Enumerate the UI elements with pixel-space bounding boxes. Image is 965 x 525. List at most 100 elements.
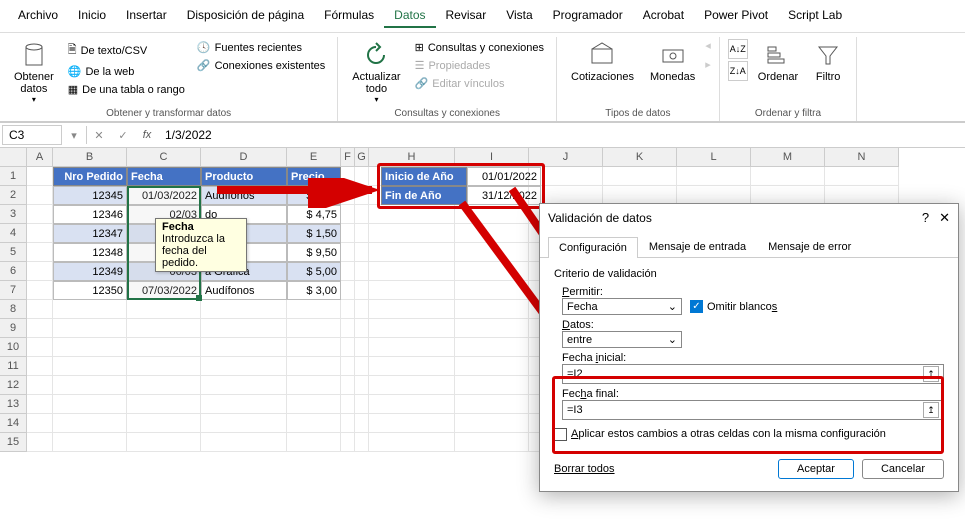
table-header[interactable]: Fin de Año	[381, 186, 467, 205]
row-header[interactable]: 15	[0, 433, 26, 452]
cell[interactable]	[341, 319, 355, 338]
cell[interactable]	[341, 281, 355, 300]
cell[interactable]	[27, 243, 53, 262]
cell[interactable]	[127, 433, 201, 452]
help-button[interactable]: ?	[922, 210, 929, 226]
cell[interactable]	[455, 281, 529, 300]
cell[interactable]	[53, 433, 127, 452]
cell[interactable]	[341, 338, 355, 357]
table-cell[interactable]: 01/03/2022	[127, 186, 201, 205]
cell[interactable]	[341, 205, 355, 224]
cell[interactable]	[53, 338, 127, 357]
cell[interactable]	[677, 167, 751, 186]
col-header-m[interactable]: M	[751, 148, 825, 167]
get-data-button[interactable]: Obtener datos ▾	[8, 39, 60, 106]
col-header-h[interactable]: H	[369, 148, 455, 167]
cell[interactable]	[341, 186, 355, 205]
cell[interactable]	[341, 262, 355, 281]
cell[interactable]	[287, 414, 341, 433]
cell[interactable]	[341, 224, 355, 243]
cell[interactable]	[355, 433, 369, 452]
table-cell[interactable]: 01/01/2022	[467, 167, 541, 186]
col-header-i[interactable]: I	[455, 148, 529, 167]
row-header[interactable]: 5	[0, 243, 26, 262]
edit-links-button[interactable]: 🔗Editar vínculos	[411, 75, 548, 92]
cell[interactable]	[127, 414, 201, 433]
cell[interactable]	[369, 433, 455, 452]
aceptar-button[interactable]: Aceptar	[778, 459, 854, 479]
cell[interactable]	[355, 357, 369, 376]
cell[interactable]	[355, 243, 369, 262]
cell[interactable]	[127, 357, 201, 376]
col-header-b[interactable]: B	[53, 148, 127, 167]
cancelar-button[interactable]: Cancelar	[862, 459, 944, 479]
row-header[interactable]: 6	[0, 262, 26, 281]
col-header-n[interactable]: N	[825, 148, 899, 167]
cell[interactable]	[355, 338, 369, 357]
col-header-e[interactable]: E	[287, 148, 341, 167]
cell[interactable]	[369, 281, 455, 300]
cell[interactable]	[455, 262, 529, 281]
cell[interactable]	[27, 262, 53, 281]
cell[interactable]	[53, 357, 127, 376]
permitir-select[interactable]: Fecha⌄	[562, 298, 682, 315]
menu-vista[interactable]: Vista	[496, 4, 542, 28]
cell[interactable]	[341, 243, 355, 262]
table-cell[interactable]: 12350	[53, 281, 127, 300]
cell[interactable]	[355, 376, 369, 395]
cell[interactable]	[369, 300, 455, 319]
row-header[interactable]: 4	[0, 224, 26, 243]
cell[interactable]	[355, 262, 369, 281]
table-cell[interactable]: 12347	[53, 224, 127, 243]
datos-select[interactable]: entre⌄	[562, 331, 682, 348]
row-header[interactable]: 9	[0, 319, 26, 338]
cell[interactable]	[287, 376, 341, 395]
cell[interactable]	[127, 338, 201, 357]
menu-disposicion[interactable]: Disposición de página	[177, 4, 314, 28]
cell[interactable]	[355, 319, 369, 338]
cancel-icon[interactable]: ✕	[87, 129, 111, 142]
cell[interactable]	[27, 357, 53, 376]
menu-inicio[interactable]: Inicio	[68, 4, 116, 28]
col-header-c[interactable]: C	[127, 148, 201, 167]
row-header[interactable]: 8	[0, 300, 26, 319]
cell[interactable]	[341, 300, 355, 319]
menu-datos[interactable]: Datos	[384, 4, 435, 28]
cell[interactable]	[455, 357, 529, 376]
table-cell[interactable]: $ 1,50	[287, 224, 341, 243]
cell[interactable]	[27, 414, 53, 433]
table-cell[interactable]: 12348	[53, 243, 127, 262]
cell[interactable]	[27, 281, 53, 300]
cell[interactable]	[287, 357, 341, 376]
recent-sources-button[interactable]: 🕓Fuentes recientes	[193, 39, 329, 56]
col-header-j[interactable]: J	[529, 148, 603, 167]
cell[interactable]	[341, 167, 355, 186]
row-header[interactable]: 14	[0, 414, 26, 433]
cell[interactable]	[201, 433, 287, 452]
cell[interactable]	[455, 433, 529, 452]
cell[interactable]	[27, 376, 53, 395]
cell[interactable]	[751, 167, 825, 186]
dropdown-icon[interactable]: ▾	[62, 129, 86, 142]
cell[interactable]	[355, 205, 369, 224]
table-cell[interactable]: $ 9,50	[287, 243, 341, 262]
cell[interactable]	[355, 414, 369, 433]
cell[interactable]	[455, 224, 529, 243]
queries-conn-button[interactable]: ⊞Consultas y conexiones	[411, 39, 548, 56]
table-cell[interactable]: $ 5,00	[287, 262, 341, 281]
menu-acrobat[interactable]: Acrobat	[633, 4, 694, 28]
cell[interactable]	[27, 338, 53, 357]
tab-mensaje-entrada[interactable]: Mensaje de entrada	[638, 236, 757, 257]
fecha-final-input[interactable]: =I3↥	[562, 400, 944, 420]
cell[interactable]	[127, 319, 201, 338]
cell[interactable]	[53, 414, 127, 433]
sort-button[interactable]: Ordenar	[752, 39, 804, 85]
cell[interactable]	[455, 338, 529, 357]
table-cell[interactable]: $ 3,00	[287, 281, 341, 300]
cell[interactable]	[369, 376, 455, 395]
col-header-k[interactable]: K	[603, 148, 677, 167]
cell[interactable]	[455, 376, 529, 395]
col-header-f[interactable]: F	[341, 148, 355, 167]
table-header[interactable]: Inicio de Año	[381, 167, 467, 186]
cell[interactable]	[287, 338, 341, 357]
